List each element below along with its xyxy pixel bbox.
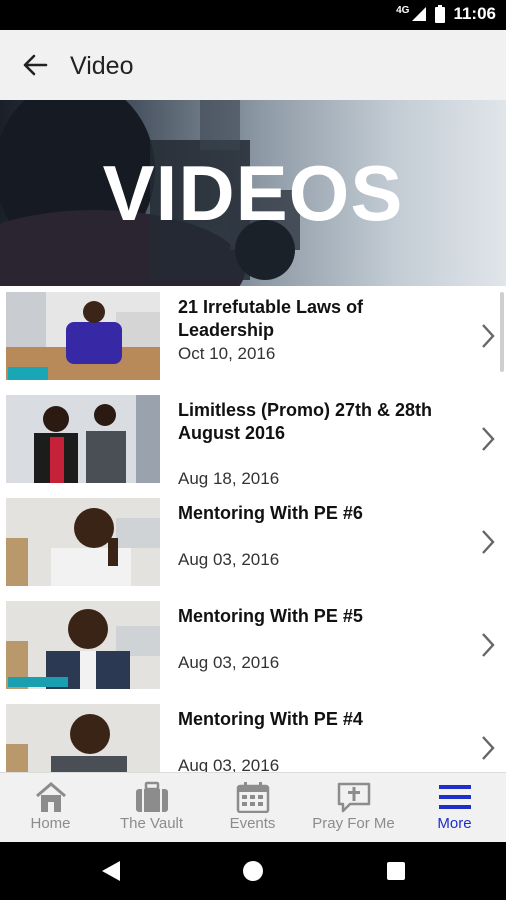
video-date: Oct 10, 2016 (178, 344, 276, 363)
back-arrow-icon[interactable] (22, 52, 48, 78)
signal-icon (412, 7, 427, 21)
video-date: Aug 18, 2016 (178, 469, 280, 488)
video-thumbnail (6, 601, 160, 689)
chevron-right-icon (482, 736, 495, 760)
nav-more[interactable]: More (404, 773, 505, 843)
nav-label: Home (30, 815, 71, 832)
video-title: Limitless (Promo) 27th & 28th August 201… (178, 400, 433, 443)
list-scrollbar[interactable] (500, 292, 504, 372)
nav-label: Pray For Me (312, 815, 395, 832)
video-title: Mentoring With PE #6 (178, 503, 363, 523)
calendar-icon (236, 782, 269, 813)
video-row[interactable]: Mentoring With PE #5 Aug 03, 2016 (0, 595, 506, 699)
nav-label: More (437, 815, 472, 832)
bottom-navigation: Home The Vault Events Pray For Me More (0, 772, 506, 843)
network-type: 4G (396, 4, 410, 16)
back-triangle-icon[interactable] (100, 859, 122, 883)
status-bar: 4G 11:06 (0, 0, 506, 30)
hero-title: VIDEOS (102, 149, 404, 237)
page-title: Video (70, 52, 134, 80)
hero-banner: VIDEOS (0, 100, 506, 286)
briefcase-icon (135, 781, 168, 812)
video-thumbnail (6, 395, 160, 483)
battery-icon (435, 5, 446, 23)
video-list[interactable]: 21 Irrefutable Laws of Leadership Oct 10… (0, 286, 506, 772)
video-date: Aug 03, 2016 (178, 550, 280, 569)
menu-icon (438, 785, 471, 809)
video-title: Mentoring With PE #5 (178, 606, 363, 626)
status-icons: 4G 11:06 (396, 4, 496, 24)
home-icon (35, 782, 66, 812)
video-thumbnail (6, 498, 160, 586)
video-row[interactable]: Mentoring With PE #6 Aug 03, 2016 (0, 492, 506, 596)
video-thumbnail (6, 704, 160, 772)
video-row[interactable]: Limitless (Promo) 27th & 28th August 201… (0, 389, 506, 493)
app-bar: Video (0, 30, 506, 100)
nav-home[interactable]: Home (0, 773, 101, 843)
chevron-right-icon (482, 324, 495, 348)
system-navigation-bar (0, 842, 506, 900)
video-date: Aug 03, 2016 (178, 653, 280, 672)
video-thumbnail (6, 292, 160, 380)
nav-label: The Vault (119, 815, 184, 832)
chevron-right-icon (482, 427, 495, 451)
nav-label: Events (229, 815, 276, 832)
video-row[interactable]: 21 Irrefutable Laws of Leadership Oct 10… (0, 286, 506, 390)
clock: 11:06 (453, 4, 496, 23)
chevron-right-icon (482, 633, 495, 657)
prayer-icon (337, 782, 370, 813)
recents-square-icon[interactable] (386, 861, 406, 881)
nav-events[interactable]: Events (202, 773, 303, 843)
chevron-right-icon (482, 530, 495, 554)
home-circle-icon[interactable] (242, 860, 264, 882)
video-title: 21 Irrefutable Laws of Leadership (178, 297, 364, 340)
nav-pray-for-me[interactable]: Pray For Me (303, 773, 404, 843)
video-row[interactable]: Mentoring With PE #4 Aug 03, 2016 (0, 698, 506, 772)
nav-the-vault[interactable]: The Vault (101, 773, 202, 843)
video-title: Mentoring With PE #4 (178, 709, 363, 729)
video-date: Aug 03, 2016 (178, 756, 280, 772)
